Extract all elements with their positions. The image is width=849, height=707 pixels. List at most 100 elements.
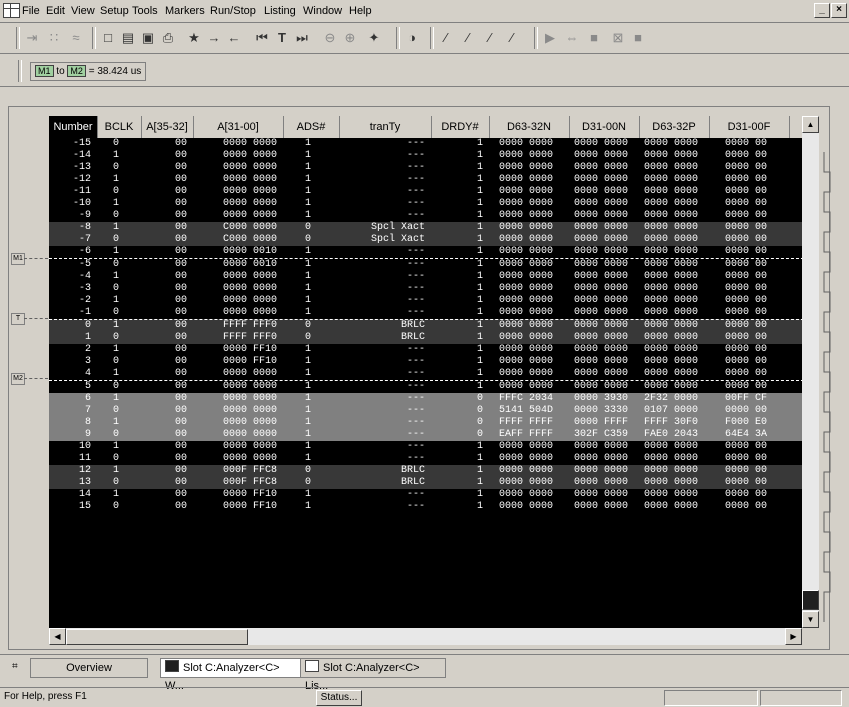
table-row[interactable]: -9 0 00 0000 0000 1 --- 1 0000 0000 0000 0000 000… (49, 210, 802, 222)
cancel-icon[interactable]: ⊠ (608, 28, 628, 48)
table-row[interactable]: 6 1 00 0000 0000 1 --- 0 FFFC 2034 0000 3930 2F32… (49, 393, 802, 405)
table-row[interactable]: -7 0 00 C000 0000 0 Spcl Xact 1 0000 0000 0000 0… (49, 234, 802, 246)
gutter-marker-t[interactable]: T (11, 313, 25, 325)
table-row[interactable]: -15 0 00 0000 0000 1 --- 1 0000 0000 0000 0000 00… (49, 138, 802, 150)
go-start-icon[interactable]: ⏮ (252, 28, 272, 48)
listing-grid[interactable]: Number BCLK A[35-32] A[31-00] ADS# tranTy DRDY… (49, 116, 802, 628)
marker-icon[interactable]: ✦ (364, 28, 384, 48)
column-header-d31-00f[interactable]: D31-00F (709, 116, 790, 138)
table-row[interactable]: 7 0 00 0000 0000 1 --- 0 5141 504D 0000 3330 0107… (49, 405, 802, 417)
menu-file[interactable]: File (22, 5, 40, 17)
step-icon[interactable]: ∷ (44, 28, 64, 48)
print-icon[interactable]: ⎙ (158, 28, 178, 48)
table-row[interactable]: 12 1 00 000F FFC8 0 BRLC 1 0000 0000 0000 0000 00… (49, 465, 802, 477)
table-row[interactable]: 11 0 00 0000 0000 1 --- 1 0000 0000 0000 0000 000… (49, 453, 802, 465)
compare-icon[interactable]: ◑ (402, 28, 422, 48)
scroll-down-icon[interactable]: ▼ (802, 611, 819, 628)
cell-d63-32n: FFFC 2034 (498, 393, 553, 404)
cell-ads: 1 (304, 307, 311, 318)
menu-window[interactable]: Window (303, 5, 342, 17)
find-icon[interactable]: ★ (184, 28, 204, 48)
table-row[interactable]: -1 0 00 0000 0000 1 --- 1 0000 0000 0000 0000 000… (49, 307, 802, 319)
vertical-scrollbar[interactable]: ▲ ▼ (802, 116, 819, 628)
open-icon[interactable]: ▤ (118, 28, 138, 48)
column-header-d63-32p[interactable]: D63-32P (639, 116, 710, 138)
table-row[interactable]: 8 1 00 0000 0000 1 --- 0 FFFF FFFF 0000 FFFF FFFF… (49, 417, 802, 429)
filter2-icon[interactable]: ⁄ (458, 28, 478, 48)
zoom-out-icon[interactable]: ⊖ (320, 28, 340, 48)
table-row[interactable]: -6 1 00 0000 0010 1 --- 1 0000 0000 0000 0000 000… (49, 246, 802, 258)
table-row[interactable]: 9 0 00 0000 0000 1 --- 0 EAFF FFFF 302F C359 FAE0… (49, 429, 802, 441)
column-header-number[interactable]: Number (49, 116, 98, 138)
column-header-d63-32n[interactable]: D63-32N (489, 116, 570, 138)
scroll-thumb[interactable] (802, 590, 819, 610)
horizontal-scroll-thumb[interactable] (66, 629, 248, 645)
scope-icon[interactable]: ≈ (66, 28, 86, 48)
stop-icon[interactable]: ■ (584, 28, 604, 48)
filter3-icon[interactable]: ⁄ (480, 28, 500, 48)
go-trigger-icon[interactable]: T (272, 28, 292, 48)
column-header-d31-00n[interactable]: D31-00N (569, 116, 640, 138)
column-header-a35-32[interactable]: A[35-32] (141, 116, 194, 138)
column-header-tranty[interactable]: tranTy (339, 116, 432, 138)
menu-tools[interactable]: Tools (132, 5, 158, 17)
table-row[interactable]: 2 1 00 0000 FF10 1 --- 1 0000 0000 0000 0000 0000… (49, 344, 802, 356)
table-row[interactable]: -2 1 00 0000 0000 1 --- 1 0000 0000 0000 0000 000… (49, 295, 802, 307)
menu-edit[interactable]: Edit (46, 5, 65, 17)
app-icon[interactable] (3, 3, 20, 18)
find-prev-icon[interactable]: ← (224, 28, 244, 48)
tab-waveform[interactable]: Slot C:Analyzer<C> W... (160, 658, 302, 692)
table-row[interactable]: 14 1 00 0000 FF10 1 --- 1 0000 0000 0000 0000 000… (49, 489, 802, 501)
scroll-left-icon[interactable]: ◀ (49, 628, 66, 645)
column-header-ads[interactable]: ADS# (283, 116, 340, 138)
column-header-drdy[interactable]: DRDY# (431, 116, 490, 138)
menu-help[interactable]: Help (349, 5, 372, 17)
status-button[interactable]: Status... (316, 690, 362, 706)
run-repetitive-icon[interactable]: ⇥ (22, 28, 42, 48)
column-header-bclk[interactable]: BCLK (97, 116, 142, 138)
tab-overview[interactable]: Overview (30, 658, 148, 678)
menu-view[interactable]: View (71, 5, 95, 17)
tab-listing[interactable]: Slot C:Analyzer<C> Lis... (300, 658, 446, 692)
run-icon[interactable]: ▶ (540, 28, 560, 48)
table-row[interactable]: -12 1 00 0000 0000 1 --- 1 0000 0000 0000 0000 00… (49, 174, 802, 186)
table-row[interactable]: -5 0 00 0000 0010 1 --- 1 0000 0000 0000 0000 000… (49, 258, 802, 271)
table-row[interactable]: 10 1 00 0000 0000 1 --- 1 0000 0000 0000 0000 000… (49, 441, 802, 453)
minimize-button[interactable]: _ (814, 3, 830, 18)
table-row[interactable]: -10 1 00 0000 0000 1 --- 1 0000 0000 0000 0000 00… (49, 198, 802, 210)
gutter-marker-m1[interactable]: M1 (11, 253, 25, 265)
close-button[interactable]: × (831, 3, 847, 18)
table-row[interactable]: 5 0 00 0000 0000 1 --- 1 0000 0000 0000 0000 0000… (49, 380, 802, 393)
horizontal-scrollbar[interactable]: ◀ ▶ (49, 628, 802, 645)
table-row[interactable]: -8 1 00 C000 0000 0 Spcl Xact 1 0000 0000 0000 0… (49, 222, 802, 234)
table-row[interactable]: -14 1 00 0000 0000 1 --- 1 0000 0000 0000 0000 00… (49, 150, 802, 162)
find-next-icon[interactable]: → (204, 28, 224, 48)
table-row[interactable]: 3 0 00 0000 FF10 1 --- 1 0000 0000 0000 0000 0000… (49, 356, 802, 368)
table-row[interactable]: 13 0 00 000F FFC8 0 BRLC 1 0000 0000 0000 0000 00… (49, 477, 802, 489)
table-row[interactable]: 1 0 00 FFFF FFF0 0 BRLC 1 0000 0000 0000 0000 000… (49, 332, 802, 344)
gutter-marker-m2[interactable]: M2 (11, 373, 25, 385)
filter4-icon[interactable]: ⁄ (502, 28, 522, 48)
table-row[interactable]: 4 1 00 0000 0000 1 --- 1 0000 0000 0000 0000 0000… (49, 368, 802, 380)
menu-markers[interactable]: Markers (165, 5, 205, 17)
zoom-in-icon[interactable]: ⊕ (340, 28, 360, 48)
table-row[interactable]: -11 0 00 0000 0000 1 --- 1 0000 0000 0000 0000 00… (49, 186, 802, 198)
marker-readout[interactable]: M1 to M2 = 38.424 us (30, 62, 147, 81)
scroll-up-icon[interactable]: ▲ (802, 116, 819, 133)
table-row[interactable]: -4 1 00 0000 0000 1 --- 1 0000 0000 0000 0000 000… (49, 271, 802, 283)
scroll-right-icon[interactable]: ▶ (785, 628, 802, 645)
menu-listing[interactable]: Listing (264, 5, 296, 17)
table-row[interactable]: 15 0 00 0000 FF10 1 --- 1 0000 0000 0000 0000 000… (49, 501, 802, 513)
column-header-a31-00[interactable]: A[31-00] (193, 116, 284, 138)
run-group-icon[interactable]: ⇔ (562, 28, 582, 48)
menu-setup[interactable]: Setup (100, 5, 129, 17)
go-end-icon[interactable]: ⏭ (292, 28, 312, 48)
table-row[interactable]: 0 1 00 FFFF FFF0 0 BRLC 1 0000 0000 0000 0000 000… (49, 319, 802, 332)
new-icon[interactable]: □ (98, 28, 118, 48)
menu-run-stop[interactable]: Run/Stop (210, 5, 256, 17)
table-row[interactable]: -13 0 00 0000 0000 1 --- 1 0000 0000 0000 0000 00… (49, 162, 802, 174)
filter1-icon[interactable]: ⁄ (436, 28, 456, 48)
save-icon[interactable]: ▣ (138, 28, 158, 48)
stop2-icon[interactable]: ■ (628, 28, 648, 48)
table-row[interactable]: -3 0 00 0000 0000 1 --- 1 0000 0000 0000 0000 000… (49, 283, 802, 295)
